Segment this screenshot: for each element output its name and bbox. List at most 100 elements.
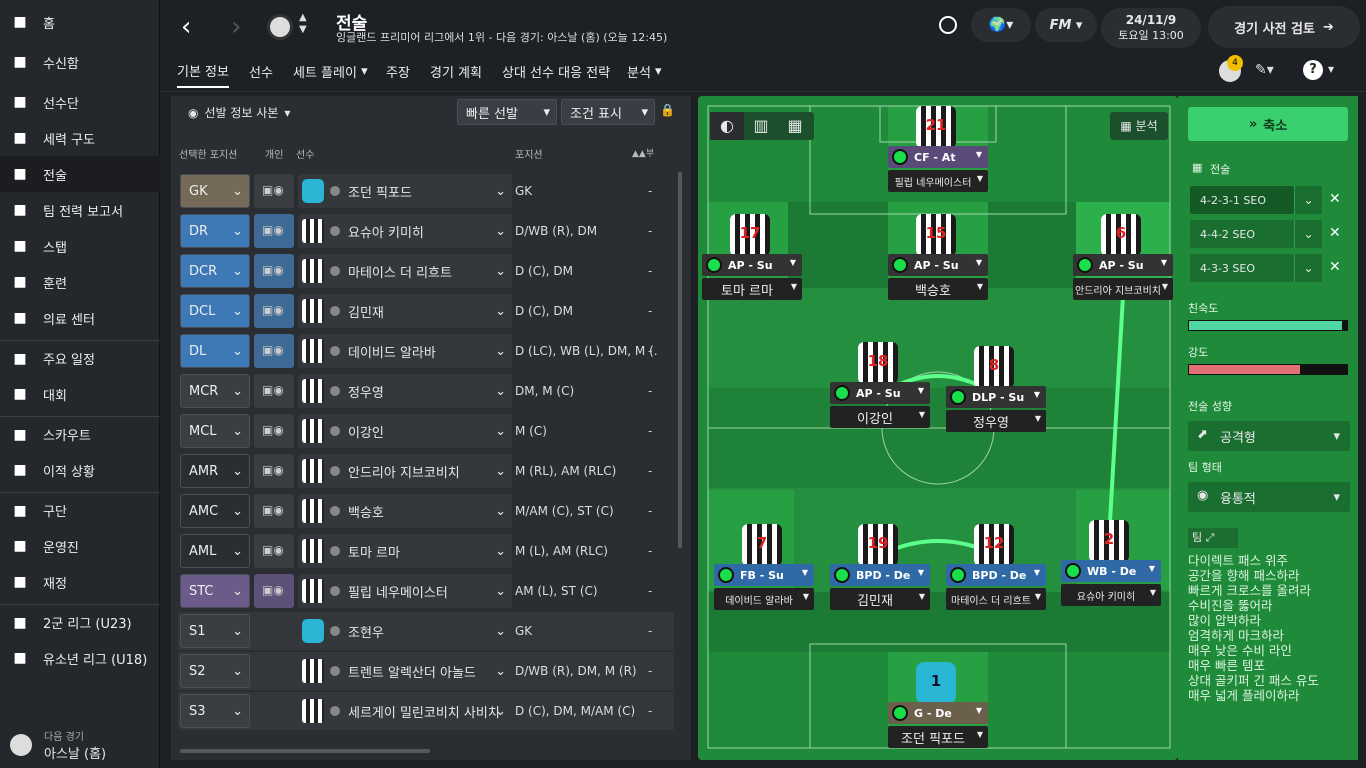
player-select[interactable]: 필립 네우메이스터 ⌄ — [298, 574, 512, 608]
player-select[interactable]: 김민재 ⌄ — [298, 294, 512, 328]
player-shirt[interactable]: 17 — [730, 214, 770, 256]
horizontal-scrollbar[interactable] — [180, 749, 430, 753]
grid-view-icon[interactable]: ▦ — [778, 112, 812, 140]
table-row[interactable]: DR ⌄ ▣◉ 요슈아 키미히 ⌄ D/WB (R), DM - — [178, 212, 674, 250]
role-select[interactable]: AP - Su ▼ — [702, 254, 802, 276]
sidebar-item-15[interactable]: ■ 재정 — [0, 564, 160, 600]
tab-captains[interactable]: 주장 — [386, 54, 410, 88]
sidebar-item-14[interactable]: ■ 운영진 — [0, 528, 160, 564]
individual-instructions-button[interactable]: ▣◉ — [254, 574, 294, 608]
sidebar-item-13[interactable]: ■ 구단 — [0, 492, 160, 528]
player-name-select[interactable]: 마테이스 더 리흐트 ▼ — [946, 588, 1046, 610]
formation-select[interactable]: 4-3-3 SEO — [1190, 254, 1294, 282]
individual-instructions-button[interactable]: ▣◉ — [254, 454, 294, 488]
table-row[interactable]: S1 ⌄ 조현우 ⌄ GK - — [178, 612, 674, 650]
info-icon[interactable] — [330, 266, 340, 276]
player-name-select[interactable]: 정우영 ▼ — [946, 410, 1046, 432]
fm-menu-button[interactable]: FM ▾ — [1035, 8, 1097, 42]
sidebar-item-16[interactable]: ■ 2군 리그 (U23) — [0, 604, 160, 640]
player-name-select[interactable]: 이강인 ▼ — [830, 406, 930, 428]
tab-players[interactable]: 선수 — [249, 54, 273, 88]
tab-match-plans[interactable]: 경기 계획 — [430, 54, 482, 88]
player-name-select[interactable]: 토마 르마 ▼ — [702, 278, 802, 300]
info-icon[interactable] — [330, 586, 340, 596]
role-select[interactable]: WB - De ▼ — [1061, 560, 1161, 582]
position-select[interactable]: DL ⌄ — [180, 334, 250, 368]
sidebar-item-4[interactable]: ■ 전술 — [0, 156, 160, 192]
info-icon[interactable] — [330, 226, 340, 236]
sort-icon[interactable]: ▲▲부 — [632, 146, 654, 159]
role-select[interactable]: BPD - De ▼ — [946, 564, 1046, 586]
individual-instructions-button[interactable]: ▣◉ — [254, 174, 294, 208]
player-select[interactable]: 토마 르마 ⌄ — [298, 534, 512, 568]
info-icon[interactable] — [330, 426, 340, 436]
info-icon[interactable] — [330, 506, 340, 516]
individual-instructions-button[interactable]: ▣◉ — [254, 414, 294, 448]
sidebar-item-0[interactable]: ■ 홈 — [0, 4, 160, 40]
sidebar-item-5[interactable]: ■ 팀 전력 보고서 — [0, 192, 160, 228]
individual-instructions-button[interactable]: ▣◉ — [254, 254, 294, 288]
position-select[interactable]: STC ⌄ — [180, 574, 250, 608]
tab-opposition[interactable]: 상대 선수 대응 전략 — [502, 54, 610, 88]
role-select[interactable]: BPD - De ▼ — [830, 564, 930, 586]
player-name-select[interactable]: 필립 네우메이스터 ▼ — [888, 170, 988, 192]
info-icon[interactable] — [330, 706, 340, 716]
copy-selection-dropdown[interactable]: ◉ 선발 정보 사본 ▾ — [188, 104, 290, 121]
team-instructions-button[interactable]: 팀 ⤢ — [1188, 528, 1238, 548]
position-select[interactable]: AML ⌄ — [180, 534, 250, 568]
table-row[interactable]: AMC ⌄ ▣◉ 백승호 ⌄ M/AM (C), ST (C) - — [178, 492, 674, 530]
player-shirt[interactable]: 8 — [974, 346, 1014, 388]
sidebar-item-11[interactable]: ■ 스카우트 — [0, 416, 160, 452]
chevron-down-icon[interactable]: ⌄ — [1294, 220, 1322, 248]
help-icon[interactable]: ? — [1303, 60, 1323, 80]
pre-match-review-button[interactable]: 경기 사전 검토 ➔ — [1208, 6, 1360, 48]
formation-select[interactable]: 4-2-3-1 SEO — [1190, 186, 1294, 214]
player-select[interactable]: 안드리아 지브코비치 ⌄ — [298, 454, 512, 488]
position-select[interactable]: DR ⌄ — [180, 214, 250, 248]
tab-overview[interactable]: 기본 정보 — [177, 54, 229, 88]
table-row[interactable]: GK ⌄ ▣◉ 조던 픽포드 ⌄ GK - — [178, 172, 674, 210]
role-select[interactable]: AP - Su ▼ — [830, 382, 930, 404]
player-select[interactable]: 요슈아 키미히 ⌄ — [298, 214, 512, 248]
tab-set-pieces[interactable]: 세트 플레이 ▾ — [293, 54, 368, 88]
position-select[interactable]: S2 ⌄ — [180, 654, 250, 688]
player-shirt[interactable]: 19 — [858, 524, 898, 566]
lock-icon[interactable]: 🔒 — [660, 103, 675, 121]
player-shirt[interactable]: 15 — [916, 214, 956, 256]
info-icon[interactable] — [330, 666, 340, 676]
position-select[interactable]: DCL ⌄ — [180, 294, 250, 328]
quick-pick-button[interactable]: 빠른 선발 ▾ — [457, 99, 557, 125]
table-row[interactable]: DCR ⌄ ▣◉ 마테이스 더 리흐트 ⌄ D (C), DM - — [178, 252, 674, 290]
chevron-down-icon[interactable]: ⌄ — [1294, 254, 1322, 282]
role-select[interactable]: AP - Su ▼ — [1073, 254, 1173, 276]
back-icon[interactable]: ‹ — [181, 12, 191, 42]
player-shirt[interactable]: 7 — [742, 524, 782, 566]
close-icon[interactable]: ✕ — [1329, 191, 1341, 207]
individual-instructions-button[interactable]: ▣◉ — [254, 334, 294, 368]
individual-instructions-button[interactable]: ▣◉ — [254, 214, 294, 248]
sidebar-item-9[interactable]: ■ 주요 일정 — [0, 340, 160, 376]
edit-icon[interactable]: ✎▾ — [1255, 62, 1274, 78]
search-icon[interactable] — [939, 16, 957, 34]
shape-select[interactable]: ◉ 융통적 ▾ — [1188, 482, 1350, 512]
col-individual[interactable]: 개인 — [265, 146, 283, 161]
mentality-select[interactable]: ⬈ 공격형 ▾ — [1188, 421, 1350, 451]
world-menu-button[interactable]: 🌍▾ — [971, 8, 1031, 42]
position-select[interactable]: GK ⌄ — [180, 174, 250, 208]
table-row[interactable]: STC ⌄ ▣◉ 필립 네우메이스터 ⌄ AM (L), ST (C) - — [178, 572, 674, 610]
player-select[interactable]: 정우영 ⌄ — [298, 374, 512, 408]
player-shirt[interactable]: 21 — [916, 106, 956, 148]
player-select[interactable]: 백승호 ⌄ — [298, 494, 512, 528]
sidebar-item-6[interactable]: ■ 스탭 — [0, 228, 160, 264]
col-position[interactable]: 포지션 — [515, 146, 543, 161]
sidebar-item-3[interactable]: ■ 세력 구도 — [0, 120, 160, 156]
player-select[interactable]: 마테이스 더 리흐트 ⌄ — [298, 254, 512, 288]
forward-icon[interactable]: › — [231, 12, 241, 42]
player-name-select[interactable]: 요슈아 키미히 ▼ — [1061, 584, 1161, 606]
next-match[interactable]: 다음 경기 아스날 (홈) — [0, 722, 160, 768]
sidebar-item-8[interactable]: ■ 의료 센터 — [0, 300, 160, 336]
table-row[interactable]: MCR ⌄ ▣◉ 정우영 ⌄ DM, M (C) - — [178, 372, 674, 410]
individual-instructions-button[interactable]: ▣◉ — [254, 294, 294, 328]
player-select[interactable]: 이강인 ⌄ — [298, 414, 512, 448]
player-name-select[interactable]: 백승호 ▼ — [888, 278, 988, 300]
